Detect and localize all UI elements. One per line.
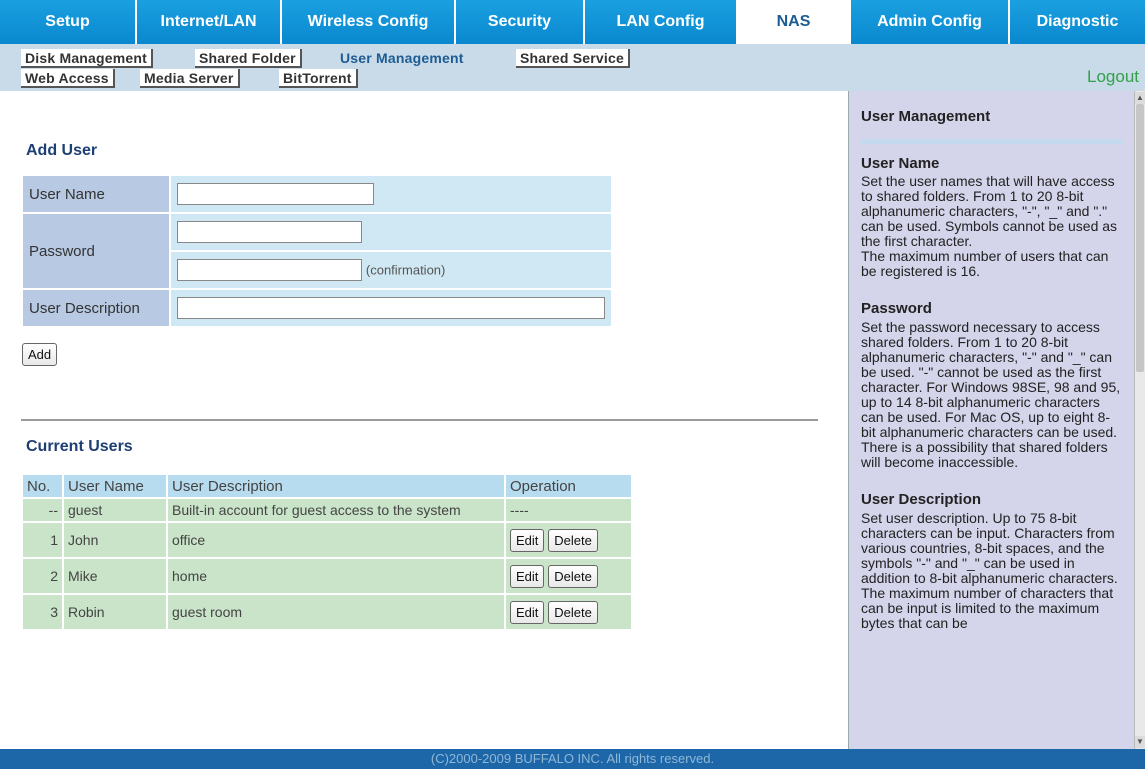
scroll-up-icon[interactable]: ▲ [1135, 92, 1145, 104]
delete-button[interactable]: Delete [548, 600, 598, 624]
table-row: 1 John office Edit Delete [23, 523, 631, 557]
help-panel: User Management User Name Set the user n… [848, 91, 1135, 749]
table-row: 3 Robin guest room Edit Delete [23, 595, 631, 629]
tab-security[interactable]: Security [456, 0, 585, 44]
tab-nas[interactable]: NAS [738, 0, 851, 44]
row-user-name: guest [64, 499, 166, 521]
scroll-down-icon[interactable]: ▼ [1135, 736, 1145, 748]
help-section-text: The maximum number of users that can be … [861, 248, 1109, 279]
edit-button[interactable]: Edit [510, 564, 545, 588]
row-description: office [168, 523, 504, 557]
help-divider [861, 139, 1123, 144]
row-no: -- [23, 499, 62, 521]
help-title: User Management [861, 108, 991, 125]
subtab-shared-service[interactable]: Shared Service [516, 49, 630, 68]
row-user-name: Mike [64, 559, 166, 593]
help-section-text: Set the user names that will have access… [861, 173, 1118, 249]
user-description-label: User Description [23, 290, 169, 326]
password-input[interactable] [177, 221, 362, 243]
help-section-title: Password [861, 300, 932, 317]
col-operation: Operation [506, 475, 631, 497]
subtab-disk-management[interactable]: Disk Management [21, 49, 154, 68]
edit-button[interactable]: Edit [510, 600, 545, 624]
col-user-name: User Name [64, 475, 166, 497]
subtab-shared-folder[interactable]: Shared Folder [195, 49, 302, 68]
user-name-input[interactable] [177, 183, 374, 205]
sub-nav: Disk Management Shared Folder User Manag… [0, 44, 1145, 91]
section-divider [21, 419, 818, 421]
password-confirm-input[interactable] [177, 259, 362, 281]
help-section-title: User Name [861, 155, 940, 172]
add-user-heading: Add User [26, 142, 98, 159]
help-section-title: User Description [861, 491, 982, 508]
user-description-input[interactable] [177, 297, 605, 319]
tab-diagnostic[interactable]: Diagnostic [1010, 0, 1145, 44]
row-no: 3 [23, 595, 62, 629]
row-description: Built-in account for guest access to the… [168, 499, 504, 521]
subtab-user-management[interactable]: User Management [336, 49, 468, 68]
logout-link[interactable]: Logout [1087, 67, 1139, 87]
subtab-bittorrent[interactable]: BitTorrent [279, 69, 358, 88]
delete-button[interactable]: Delete [548, 528, 598, 552]
row-operation: ---- [506, 499, 631, 521]
add-button[interactable]: Add [22, 343, 58, 366]
footer: (C)2000-2009 BUFFALO INC. All rights res… [0, 749, 1145, 769]
tab-internet-lan[interactable]: Internet/LAN [137, 0, 282, 44]
table-row: -- guest Built-in account for guest acce… [23, 499, 631, 521]
row-operation: Edit Delete [506, 523, 631, 557]
row-no: 2 [23, 559, 62, 593]
tab-lan-config[interactable]: LAN Config [585, 0, 738, 44]
user-name-label: User Name [23, 176, 169, 212]
col-user-description: User Description [168, 475, 504, 497]
row-description: home [168, 559, 504, 593]
edit-button[interactable]: Edit [510, 528, 545, 552]
row-operation: Edit Delete [506, 595, 631, 629]
top-nav: Setup Internet/LAN Wireless Config Secur… [0, 0, 1145, 44]
table-row: 2 Mike home Edit Delete [23, 559, 631, 593]
confirmation-hint: (confirmation) [365, 262, 446, 278]
main-content: Add User User Name Password (confirmatio… [0, 91, 848, 749]
tab-setup[interactable]: Setup [0, 0, 137, 44]
col-no: No. [23, 475, 62, 497]
password-label: Password [23, 214, 169, 288]
current-users-heading: Current Users [26, 438, 133, 455]
row-user-name: John [64, 523, 166, 557]
table-header: No. User Name User Description Operation [23, 475, 631, 497]
users-table: No. User Name User Description Operation… [21, 473, 633, 631]
scrollbar-thumb[interactable] [1136, 104, 1144, 372]
help-section-text: Set the password necessary to access sha… [861, 319, 1121, 470]
row-operation: Edit Delete [506, 559, 631, 593]
tab-admin-config[interactable]: Admin Config [851, 0, 1010, 44]
row-user-name: Robin [64, 595, 166, 629]
subtab-web-access[interactable]: Web Access [21, 69, 115, 88]
row-no: 1 [23, 523, 62, 557]
subtab-media-server[interactable]: Media Server [140, 69, 240, 88]
delete-button[interactable]: Delete [548, 564, 598, 588]
help-section-text: Set user description. Up to 75 8-bit cha… [861, 510, 1118, 631]
tab-wireless-config[interactable]: Wireless Config [282, 0, 456, 44]
add-user-form: User Name Password (confirmation) User D… [21, 174, 613, 328]
row-description: guest room [168, 595, 504, 629]
